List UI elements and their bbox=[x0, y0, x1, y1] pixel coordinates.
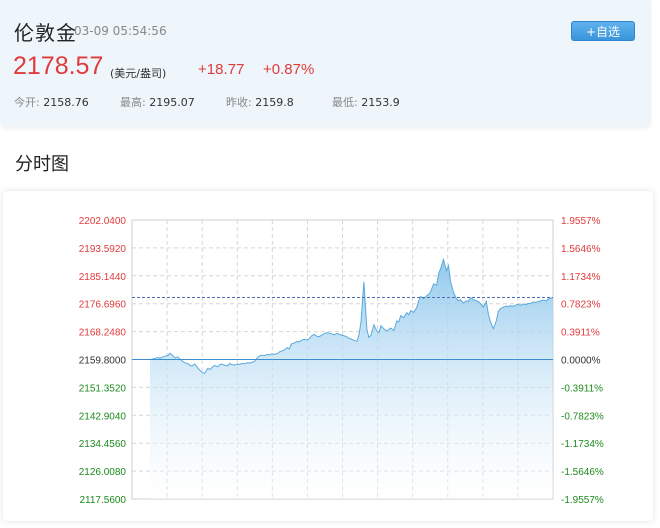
y-tick-label-right: 0.0000% bbox=[561, 356, 601, 367]
current-price: 2178.57 bbox=[13, 52, 104, 80]
y-tick-label-right: 0.3911% bbox=[561, 328, 600, 339]
stat-low-label: 最低: bbox=[332, 96, 358, 109]
y-tick-label-right: 1.1734% bbox=[561, 272, 601, 283]
stat-open: 今开: 2158.76 bbox=[14, 94, 89, 110]
quote-timestamp: 03-09 05:54:56 bbox=[74, 24, 167, 38]
stat-prev-close: 昨收: 2159.8 bbox=[226, 94, 294, 110]
y-tick-label-right: -0.3911% bbox=[561, 383, 603, 394]
y-tick-label-left: 2142.9040 bbox=[79, 411, 127, 422]
stat-high-value: 2195.07 bbox=[149, 96, 195, 109]
y-tick-label-right: -0.7823% bbox=[561, 411, 604, 422]
y-tick-label-left: 2202.0400 bbox=[79, 216, 127, 227]
y-tick-label-left: 2134.4560 bbox=[79, 439, 127, 450]
add-to-watchlist-button[interactable]: +自选 bbox=[571, 21, 635, 41]
y-tick-label-right: -1.5646% bbox=[561, 467, 604, 478]
stat-prev-close-label: 昨收: bbox=[226, 96, 252, 109]
chart-area bbox=[132, 257, 554, 499]
y-tick-label-left: 2126.0080 bbox=[79, 467, 127, 478]
y-tick-label-left: 2159.8000 bbox=[79, 356, 127, 367]
price-unit: (美元/盎司) bbox=[110, 67, 167, 80]
price-change: +18.77 bbox=[198, 61, 245, 78]
y-tick-label-right: 0.7823% bbox=[561, 300, 601, 311]
quote-panel: 伦敦金 03-09 05:54:56 +自选 2178.57 (美元/盎司) +… bbox=[0, 0, 651, 127]
y-tick-label-left: 2168.2480 bbox=[79, 328, 127, 339]
price-area-fill bbox=[150, 259, 553, 499]
price-change-percent: +0.87% bbox=[263, 61, 315, 78]
y-tick-label-left: 2176.6960 bbox=[79, 300, 127, 311]
stat-high: 最高: 2195.07 bbox=[120, 94, 195, 110]
stat-low-value: 2153.9 bbox=[361, 96, 400, 109]
stat-prev-close-value: 2159.8 bbox=[255, 96, 294, 109]
y-tick-label-left: 2117.5600 bbox=[79, 495, 126, 506]
y-tick-label-right: 1.5646% bbox=[561, 244, 601, 255]
stat-high-label: 最高: bbox=[120, 96, 146, 109]
chart-panel: 2202.0400 1.9557% 2193.5920 1.5646% 2185.144… bbox=[3, 191, 653, 521]
stat-low: 最低: 2153.9 bbox=[332, 94, 400, 110]
y-tick-label-right: -1.9557% bbox=[561, 495, 604, 506]
instrument-name: 伦敦金 bbox=[14, 21, 77, 45]
y-tick-label-right: -1.1734% bbox=[561, 439, 604, 450]
stat-open-label: 今开: bbox=[14, 96, 40, 109]
intraday-chart: 2202.0400 1.9557% 2193.5920 1.5646% 2185.144… bbox=[79, 216, 604, 506]
stat-open-value: 2158.76 bbox=[43, 96, 89, 109]
y-tick-label-right: 1.9557% bbox=[561, 216, 601, 227]
y-tick-label-left: 2193.5920 bbox=[79, 244, 127, 255]
section-title: 分时图 bbox=[15, 154, 69, 175]
y-tick-label-left: 2151.3520 bbox=[79, 383, 127, 394]
y-tick-label-left: 2185.1440 bbox=[79, 272, 127, 283]
